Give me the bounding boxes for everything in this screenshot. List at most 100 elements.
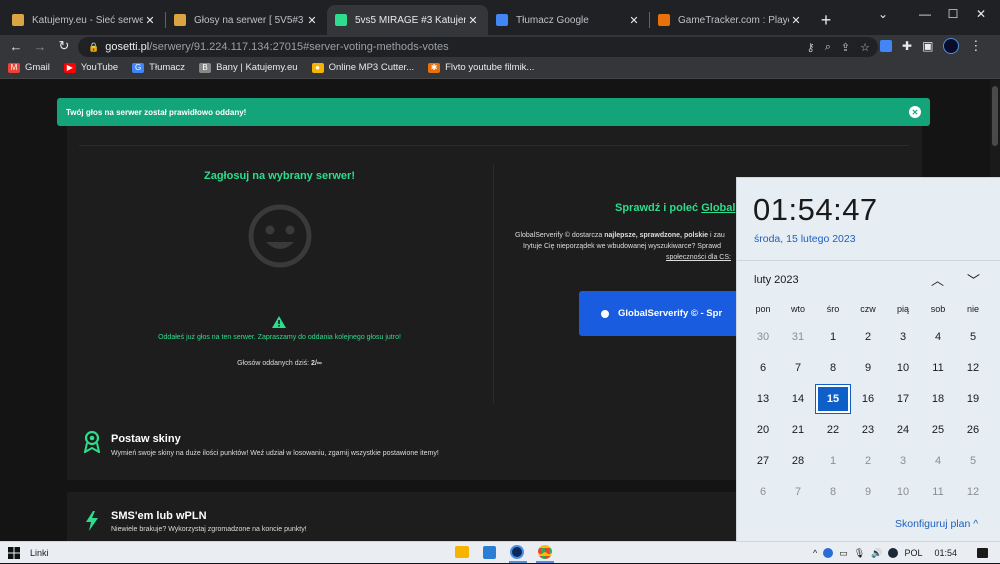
bookmark-item[interactable]: ▶ YouTube [63,62,118,73]
calendar-prev-month-icon[interactable]: ︿ [931,270,944,289]
configure-plan-link[interactable]: Skonfiguruj plan ^ [895,518,978,530]
globalserverify-button[interactable]: GlobalServerify © - Spr [579,291,749,336]
calendar-day[interactable]: 7 [781,354,815,382]
calendar-day[interactable]: 18 [921,385,955,413]
calendar-day[interactable]: 1 [816,323,850,351]
reload-icon[interactable]: ↻ [52,35,76,57]
calendar-day[interactable]: 25 [921,416,955,444]
calendar-day[interactable]: 11 [921,354,955,382]
tab-close-icon[interactable]: ✕ [789,14,803,27]
translate-extension-icon[interactable] [880,40,892,52]
calendar-day[interactable]: 9 [851,478,885,506]
calendar-day[interactable]: 3 [886,447,920,475]
zoom-icon[interactable]: ⌕ [825,41,831,54]
browser-tab[interactable]: Katujemy.eu - Sieć serwerów✕ [4,5,165,35]
calendar-day[interactable]: 30 [746,323,780,351]
calendar-day[interactable]: 14 [781,385,815,413]
calendar-next-month-icon[interactable]: ﹀ [967,270,980,289]
calendar-day[interactable]: 31 [781,323,815,351]
tab-close-icon[interactable]: ✕ [627,14,641,27]
tab-close-icon[interactable]: ✕ [305,14,319,27]
share-icon[interactable]: ⇪ [841,41,850,54]
tray-network-icon[interactable]: ▭ [839,548,848,559]
calendar-day[interactable]: 8 [816,478,850,506]
bookmark-item[interactable]: M Gmail [8,62,50,73]
browser-tab[interactable]: GameTracker.com : Player Pa✕ [650,5,811,35]
extensions-puzzle-icon[interactable]: ✚ [902,39,912,53]
new-tab-button[interactable]: + [811,5,841,35]
calendar-day[interactable]: 19 [956,385,990,413]
verify-line3[interactable]: społeczności dla CS: [515,252,745,263]
calendar-day[interactable]: 10 [886,354,920,382]
calendar-day[interactable]: 11 [921,478,955,506]
calendar-day[interactable]: 8 [816,354,850,382]
calendar-day[interactable]: 7 [781,478,815,506]
browser-tab[interactable]: 5vs5 MIRAGE #3 Katujemy.eu✕ [327,5,488,35]
calendar-day[interactable]: 26 [956,416,990,444]
verify-title-link[interactable]: Global [701,202,735,214]
back-icon[interactable]: ← [4,35,28,57]
calendar-day[interactable]: 6 [746,478,780,506]
calendar-day[interactable]: 24 [886,416,920,444]
calendar-day[interactable]: 12 [956,354,990,382]
calendar-day[interactable]: 12 [956,478,990,506]
calendar-day[interactable]: 3 [886,323,920,351]
calendar-day[interactable]: 23 [851,416,885,444]
browser-tab[interactable]: Głosy na serwer [ 5V5#3 ] - Ka✕ [166,5,327,35]
calendar-day[interactable]: 27 [746,447,780,475]
calendar-day[interactable]: 20 [746,416,780,444]
taskbar-clock[interactable]: 01:54 [934,548,957,558]
calendar-day[interactable]: 2 [851,447,885,475]
calendar-day[interactable]: 9 [851,354,885,382]
store-icon[interactable] [483,545,496,559]
calendar-day[interactable]: 2 [851,323,885,351]
calendar-day[interactable]: 13 [746,385,780,413]
close-alert-icon[interactable]: ✕ [909,106,921,118]
bookmark-item[interactable]: B Bany | Katujemy.eu [199,62,298,73]
calendar-day[interactable]: 22 [816,416,850,444]
volume-icon[interactable]: 🔊 [871,548,882,559]
calendar-day[interactable]: 5 [956,447,990,475]
calendar-day[interactable]: 4 [921,323,955,351]
bookmark-item[interactable]: ● Online MP3 Cutter... [311,62,414,73]
bookmark-star-icon[interactable]: ☆ [860,41,870,54]
windows-start-icon[interactable] [8,546,20,559]
tray-steam-icon[interactable] [888,548,899,558]
skins-card[interactable]: Postaw skiny Wymień swoje skiny na duże … [67,415,736,480]
notifications-icon[interactable] [977,548,988,558]
microphone-icon[interactable]: 🎙 [854,548,865,559]
profile-avatar[interactable] [943,38,960,54]
links-toolbar-label[interactable]: Linki [30,548,49,558]
clock-date[interactable]: środa, 15 lutego 2023 [754,233,856,245]
calendar-day[interactable]: 17 [886,385,920,413]
key-icon[interactable]: ⚷ [807,41,815,54]
tab-close-icon[interactable]: ✕ [143,14,157,27]
sms-card[interactable]: SMS'em lub wPLN Niewiele brakuje? Wykorz… [67,492,736,541]
scrollbar-thumb[interactable] [992,86,998,146]
side-panel-icon[interactable]: ▣ [922,39,933,53]
calendar-day[interactable]: 16 [851,385,885,413]
calendar-month[interactable]: luty 2023 [754,274,799,286]
steam-app-icon[interactable] [510,545,524,559]
input-language[interactable]: POL [904,548,922,558]
close-window-button[interactable]: ✕ [958,0,1000,28]
calendar-day[interactable]: 6 [746,354,780,382]
tab-search-icon[interactable]: ⌄ [860,0,906,28]
menu-kebab-icon[interactable]: ⋮ [969,38,982,54]
tray-app-icon[interactable] [823,548,834,558]
calendar-day[interactable]: 10 [886,478,920,506]
browser-tab[interactable]: Tłumacz Google ✕ [488,5,649,35]
bookmark-item[interactable]: ✱ Flvto youtube filmik... [428,62,534,73]
address-bar[interactable]: 🔒 gosetti.pl/serwery/91.224.117.134:2701… [78,37,878,57]
calendar-day[interactable]: 4 [921,447,955,475]
calendar-day-today[interactable]: 15 [815,384,851,414]
calendar-day[interactable]: 28 [781,447,815,475]
calendar-day[interactable]: 1 [816,447,850,475]
chrome-app-icon[interactable] [538,545,552,559]
bookmark-item[interactable]: G Tłumacz [132,62,185,73]
calendar-day[interactable]: 21 [781,416,815,444]
calendar-day[interactable]: 5 [956,323,990,351]
forward-icon[interactable]: → [28,35,52,57]
tray-chevron-up-icon[interactable]: ^ [813,548,817,558]
file-explorer-icon[interactable] [455,546,469,558]
